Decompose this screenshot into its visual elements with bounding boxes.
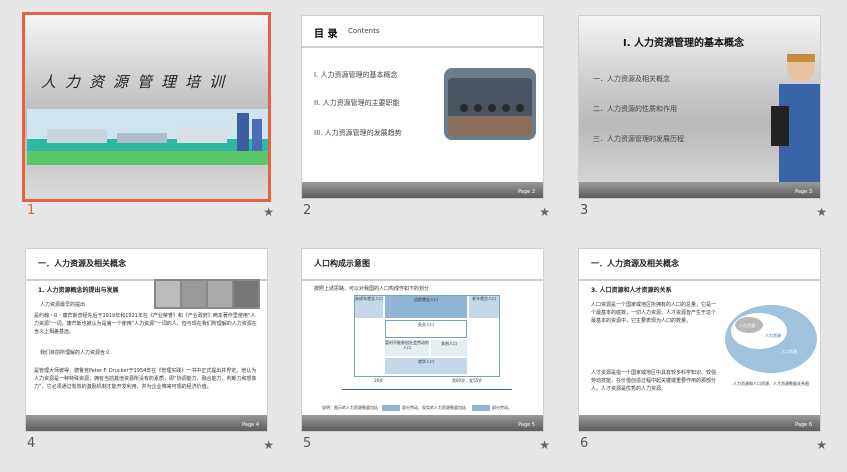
slide-title: 人口构成示意图 <box>314 259 370 268</box>
slide-thumbnail-1[interactable]: 人力资源管理培训 <box>22 12 271 202</box>
bullet-heading: 人力资源最早的提出 <box>40 301 90 309</box>
legend-swatch <box>382 405 400 411</box>
page-number: Page 2 <box>518 189 535 195</box>
diagram-caption: 人力资源和人口资源、人才资源数量关系图 <box>733 381 809 386</box>
legend-swatch <box>472 405 490 411</box>
slide-footer: Page 5 <box>302 415 543 431</box>
slide-header: 人口构成示意图 <box>302 249 543 281</box>
list-item: 二．人力资源的性质和作用 <box>593 105 677 113</box>
toc-item-2: II. 人力资源管理的主要职能 <box>314 99 400 107</box>
list-item: 三．人力资源管理的发展历程 <box>593 135 684 143</box>
intro-text: 按照上述思路，可以对我国的人口构成作如下的划分 <box>314 286 430 292</box>
diagram-cell: 适龄就业人口 <box>385 296 467 318</box>
diagram-cell: 未成年就业人口 <box>355 296 383 318</box>
star-icon[interactable]: ★ <box>263 438 274 452</box>
slide-number: 1 <box>27 203 36 218</box>
slide-number: 5 <box>303 436 312 451</box>
slide-title: 一．人力资源及相关概念 <box>38 259 126 268</box>
slide-thumbnail-6[interactable]: 一．人力资源及相关概念 3. 人口资源和人才资源的关系 人口资源是一个国家或地区… <box>578 248 821 432</box>
legend-text: 部分劳动。 <box>492 405 512 410</box>
slide-2-slot: 目 录 Contents I. 人力资源管理的基本概念 II. 人力资源管理的主… <box>301 15 550 219</box>
star-icon[interactable]: ★ <box>539 205 550 219</box>
legend-text: 说明：图示的人力资源数量包括 <box>322 405 378 410</box>
page-number: Page 6 <box>795 422 812 428</box>
list-item: 一．人力资源及相关概念 <box>593 75 670 83</box>
slide-header: 目 录 Contents <box>302 16 543 48</box>
toc-subtitle: Contents <box>348 27 380 35</box>
page-number: Page 3 <box>795 189 812 195</box>
paragraph: 是管理大师彼得．德鲁克Peter F. Drucker于1954年在《管理实践》… <box>34 368 257 390</box>
person-image <box>771 54 820 184</box>
slide-title: I. 人力资源管理的基本概念 <box>623 38 745 49</box>
campus-photo <box>27 109 268 165</box>
slide-thumbnail-5[interactable]: 人口构成示意图 按照上述思路，可以对我国的人口构成作如下的划分 未成年就业人口 … <box>301 248 544 432</box>
slide-6-slot: 一．人力资源及相关概念 3. 人口资源和人才资源的关系 人口资源是一个国家或地区… <box>578 248 827 452</box>
slide-number: 3 <box>580 203 589 218</box>
slide-footer: Page 4 <box>26 415 267 431</box>
diagram-cell: 就学人口 <box>385 358 467 374</box>
venn-label: 人力资源 <box>765 333 781 338</box>
slide-title: 一．人力资源及相关概念 <box>591 259 679 268</box>
star-icon[interactable]: ★ <box>816 205 827 219</box>
paragraph: 是约翰・R・康芒斯曾经先后于1919年和1921年在《产业荣誉》和《产业政府》两… <box>34 313 257 335</box>
slide-subtitle: 1. 人力资源概念的提出与发展 <box>38 287 119 294</box>
axis-line <box>342 389 512 390</box>
slide-1-slot: 人力资源管理培训 1 ★ <box>22 12 274 219</box>
diagram-cell: 失业人口 <box>385 320 467 338</box>
slide-footer: Page 3 <box>579 182 820 198</box>
bullet-heading: 我们目前所理解的人力资源含义 <box>40 350 111 356</box>
slide-footer: Page 6 <box>579 415 820 431</box>
star-icon[interactable]: ★ <box>539 438 550 452</box>
slide-subtitle: 3. 人口资源和人才资源的关系 <box>591 287 672 294</box>
star-icon[interactable]: ★ <box>816 438 827 452</box>
page-number: Page 4 <box>242 422 259 428</box>
slide-number: 4 <box>27 436 36 451</box>
diagram-cell: 老年就业人口 <box>469 296 499 318</box>
slide-header: 一．人力资源及相关概念 <box>579 249 820 281</box>
venn-label: 人才资源 <box>739 323 755 328</box>
slide-number: 2 <box>303 203 312 218</box>
page-number: Page 5 <box>518 422 535 428</box>
slide-5-slot: 人口构成示意图 按照上述思路，可以对我国的人口构成作如下的划分 未成年就业人口 … <box>301 248 550 452</box>
toc-item-1: I. 人力资源管理的基本概念 <box>314 71 398 79</box>
diagram-cell: 其他人口 <box>431 340 467 356</box>
legend-text: 部分劳动、现实的人力资源数量包括 <box>402 405 466 410</box>
paragraph: 人才资源是指一个国家或地区中具有较多科学知识、较强劳动技能，在价值创造过程中起关… <box>591 370 717 392</box>
axis-label: 男60岁，女55岁 <box>452 378 483 383</box>
slide-number: 6 <box>580 436 589 451</box>
resource-venn-diagram <box>725 305 817 373</box>
slide-thumbnail-2[interactable]: 目 录 Contents I. 人力资源管理的基本概念 II. 人力资源管理的主… <box>301 15 544 199</box>
classroom-photo <box>444 68 536 140</box>
slide-thumbnail-4[interactable]: 一．人力资源及相关概念 1. 人力资源概念的提出与发展 人力资源最早的提出 是约… <box>25 248 268 432</box>
slide-thumbnail-3[interactable]: I. 人力资源管理的基本概念 一．人力资源及相关概念 二．人力资源的性质和作用 … <box>578 15 821 199</box>
venn-label: 人口资源 <box>781 349 797 354</box>
paragraph: 人口资源是一个国家或地区所拥有的人口的总量，它是一个最基本的底数，一切人力资源、… <box>591 302 717 324</box>
population-diagram: 未成年就业人口 适龄就业人口 老年就业人口 失业人口 暂时不能参加社会劳动的人口… <box>354 295 500 377</box>
portrait-photos <box>154 279 260 309</box>
axis-label: 16岁 <box>374 378 384 383</box>
slide-4-slot: 一．人力资源及相关概念 1. 人力资源概念的提出与发展 人力资源最早的提出 是约… <box>25 248 274 452</box>
diagram-cell: 暂时不能参加社会劳动的人口 <box>385 340 429 356</box>
star-icon[interactable]: ★ <box>263 205 274 219</box>
toc-item-3: III. 人力资源管理的发展趋势 <box>314 129 402 137</box>
slide-footer: Page 2 <box>302 182 543 198</box>
slide-header: 一．人力资源及相关概念 <box>26 249 267 281</box>
slide-title: 人力资源管理培训 <box>41 73 234 91</box>
slide-3-slot: I. 人力资源管理的基本概念 一．人力资源及相关概念 二．人力资源的性质和作用 … <box>578 15 827 219</box>
toc-title: 目 录 <box>314 29 338 40</box>
